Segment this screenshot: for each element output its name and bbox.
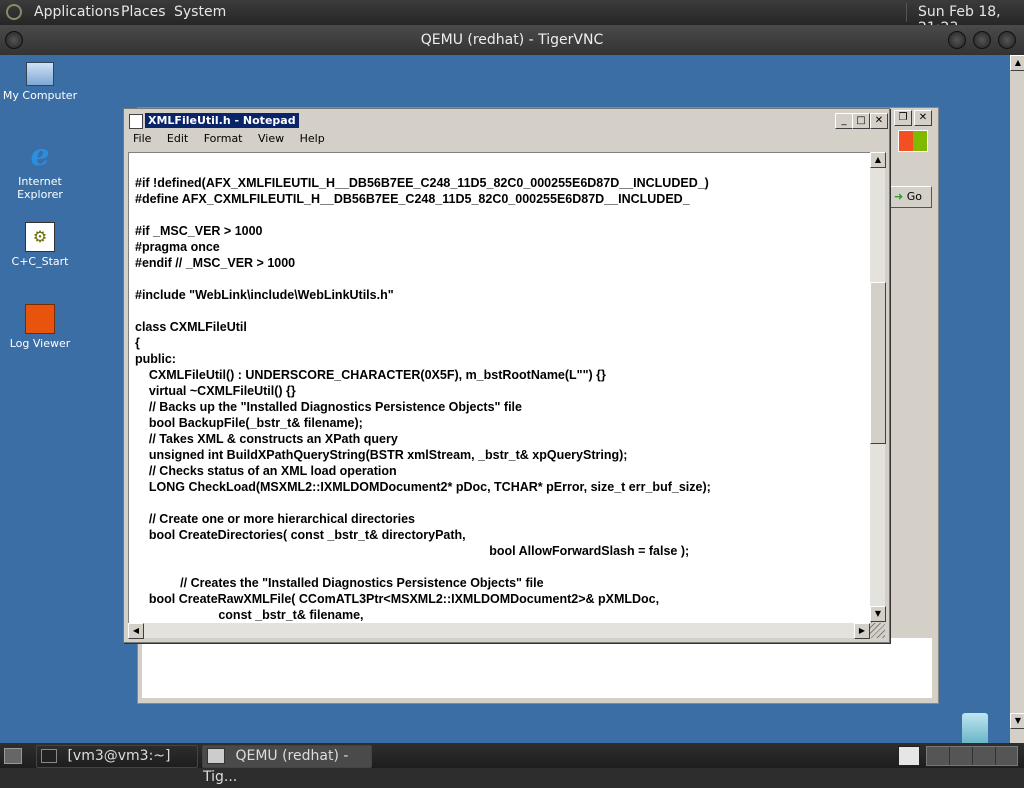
vnc-titlebar: QEMU (redhat) - TigerVNC [0,25,1024,55]
maximize-icon[interactable] [973,31,991,49]
menu-edit[interactable]: Edit [167,132,188,145]
menu-view[interactable]: View [258,132,284,145]
desktop-icon-label: Internet Explorer [17,175,63,201]
notepad-close-button[interactable]: ✕ [870,113,888,129]
notepad-window[interactable]: XMLFileUtil.h - Notepad _ □ ✕ File Edit … [123,108,890,643]
applications-menu[interactable]: Applications [34,4,120,20]
notepad-maximize-button[interactable]: □ [852,113,870,129]
my-computer-icon [26,62,54,86]
recycle-bin-icon[interactable] [962,713,988,743]
menu-file[interactable]: File [133,132,151,145]
close-icon[interactable] [998,31,1016,49]
go-label: Go [906,190,922,203]
notepad-title: XMLFileUtil.h - Notepad [145,113,299,128]
desktop-icon-internet-explorer[interactable]: e Internet Explorer [0,138,80,202]
windows-logo-icon [898,130,928,152]
taskbar-item-terminal[interactable]: [vm3@vm3:~] [36,745,198,768]
ie-restore-button[interactable]: ❐ [894,110,912,126]
internet-explorer-icon: e [30,138,50,173]
ie-content-area [142,638,932,698]
minimize-icon[interactable] [948,31,966,49]
notepad-horizontal-scrollbar[interactable]: ◀ ▶ [128,623,870,639]
go-arrow-icon: ➜ [894,190,904,203]
desktop-icon-log-viewer[interactable]: Log Viewer [0,304,80,350]
gnome-foot-icon[interactable] [6,4,22,20]
notepad-titlebar[interactable]: XMLFileUtil.h - Notepad _ □ ✕ [127,112,888,130]
places-menu[interactable]: Places [121,4,166,20]
desktop-icon-label: C+C_Start [11,255,69,268]
desktop-icon-label: Log Viewer [9,337,71,350]
vnc-vertical-scrollbar[interactable]: ▲ ▼ [1010,55,1024,743]
vnc-window-title: QEMU (redhat) - TigerVNC [420,32,604,48]
terminal-icon [41,749,57,763]
workspace-switcher[interactable] [926,746,1018,766]
ie-close-button[interactable]: ✕ [914,110,932,126]
desktop-icon-cc-start[interactable]: ⚙ C+C_Start [0,222,80,268]
top-panel: Applications Places System Sun Feb 18, 2… [0,0,1024,36]
taskbar-label: [vm3@vm3:~] [67,748,171,764]
scroll-down-button[interactable]: ▼ [1010,713,1024,729]
tray-vnc-icon[interactable] [898,746,920,766]
scroll-thumb[interactable] [870,282,886,444]
ie-go-button[interactable]: ➜ Go [890,186,932,208]
desktop-icon-label: My Computer [2,89,78,102]
menu-help[interactable]: Help [300,132,325,145]
scroll-up-button[interactable]: ▲ [1010,55,1024,71]
cc-start-icon: ⚙ [25,222,55,252]
notepad-text-area[interactable]: #if !defined(AFX_XMLFILEUTIL_H__DB56B7EE… [128,152,872,624]
desktop-icon-my-computer[interactable]: My Computer [0,58,80,102]
notepad-app-icon [129,114,143,129]
bottom-panel: [vm3@vm3:~] QEMU (redhat) - Tig... [0,743,1024,785]
system-menu[interactable]: System [174,4,226,20]
vnc-icon [207,748,225,764]
show-desktop-icon[interactable] [4,748,22,764]
scroll-down-button[interactable]: ▼ [870,606,886,622]
taskbar-item-qemu[interactable]: QEMU (redhat) - Tig... [202,745,372,785]
notepad-minimize-button[interactable]: _ [835,113,853,129]
panel-separator [906,3,909,22]
notepad-vertical-scrollbar[interactable]: ▲ ▼ [870,152,886,622]
scroll-up-button[interactable]: ▲ [870,152,886,168]
menu-format[interactable]: Format [204,132,243,145]
scroll-left-button[interactable]: ◀ [128,623,144,639]
code-content[interactable]: #if !defined(AFX_XMLFILEUTIL_H__DB56B7EE… [129,153,871,623]
notepad-menubar: File Edit Format View Help [127,132,331,150]
log-viewer-icon [25,304,55,334]
scroll-right-button[interactable]: ▶ [854,623,870,639]
resize-grip[interactable] [870,623,885,638]
